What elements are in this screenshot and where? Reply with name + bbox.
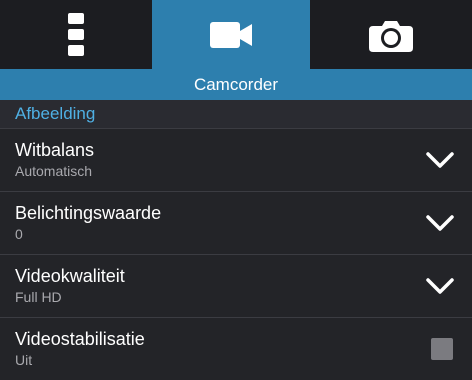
setting-texts: Belichtingswaarde 0 [15,202,161,244]
setting-value: 0 [15,226,23,242]
setting-row-white-balance[interactable]: Witbalans Automatisch [0,128,472,191]
chevron-down-icon[interactable] [425,276,455,296]
chevron-down-icon[interactable] [425,150,455,170]
setting-label: Videokwaliteit [15,266,125,286]
mode-tab-bar [0,0,472,69]
section-header-label: Afbeelding [15,104,96,123]
page-title: Camcorder [193,74,279,94]
mode-title-bar: Camcorder [0,69,472,100]
tab-photo-camera[interactable] [310,0,472,69]
setting-row-video-quality[interactable]: Videokwaliteit Full HD [0,254,472,317]
menu-more-icon [68,12,84,56]
section-header-image: Afbeelding [0,100,472,128]
setting-value: Automatisch [15,163,93,179]
video-camera-icon [210,21,252,48]
setting-label: Belichtingswaarde [15,203,162,223]
setting-texts: Videostabilisatie Uit [15,328,145,370]
setting-value: Uit [15,352,33,368]
setting-label: Videostabilisatie [15,329,145,349]
setting-value: Full HD [15,289,62,305]
setting-row-exposure[interactable]: Belichtingswaarde 0 [0,191,472,254]
setting-texts: Videokwaliteit Full HD [15,265,125,307]
tab-camcorder[interactable] [152,0,310,69]
camera-icon [369,20,413,52]
tab-more-options[interactable] [0,0,152,69]
video-stabilization-checkbox[interactable] [431,338,453,360]
setting-texts: Witbalans Automatisch [15,139,94,181]
chevron-down-icon[interactable] [425,213,455,233]
setting-label: Witbalans [15,140,95,160]
setting-row-video-stabilization[interactable]: Videostabilisatie Uit [0,317,472,380]
